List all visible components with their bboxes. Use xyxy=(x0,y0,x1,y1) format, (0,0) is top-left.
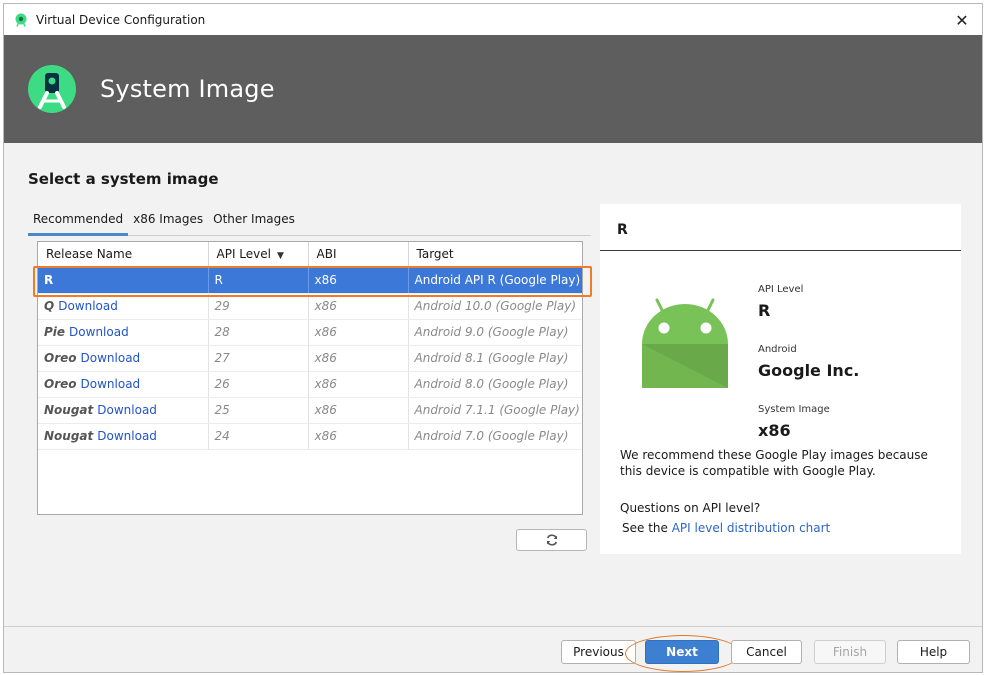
finish-button[interactable]: Finish xyxy=(814,640,886,664)
cancel-button[interactable]: Cancel xyxy=(731,640,802,664)
dialog-window: Virtual Device Configuration ✕ System Im… xyxy=(3,3,983,673)
release-name-cell: Oreo Download xyxy=(38,345,209,372)
help-button[interactable]: Help xyxy=(897,640,970,664)
table-row[interactable]: Oreo Download 27 x86 Android 8.1 (Google … xyxy=(38,345,582,372)
download-link[interactable]: Download xyxy=(81,377,141,391)
tab-bar: Recommended x86 Images Other Images xyxy=(28,209,591,236)
release-name: Nougat xyxy=(44,403,94,417)
android-vendor-value: Google Inc. xyxy=(758,361,860,380)
detail-divider xyxy=(600,250,961,251)
android-studio-logo-icon xyxy=(28,65,76,113)
api-distribution-link[interactable]: API level distribution chart xyxy=(672,521,831,535)
table-row[interactable]: Oreo Download 26 x86 Android 8.0 (Google … xyxy=(38,371,582,398)
refresh-icon xyxy=(546,534,557,546)
detail-title: R xyxy=(617,222,628,238)
previous-button[interactable]: Previous xyxy=(561,640,636,664)
api-level-cell: 24 xyxy=(208,423,309,450)
download-link[interactable]: Download xyxy=(58,299,118,313)
detail-panel: R API Level R Android Google Inc. System… xyxy=(600,204,961,554)
system-image-table: Release Name API Level ▼ ABI Target R R x… xyxy=(37,241,583,515)
android-robot-icon xyxy=(642,298,728,388)
column-header-abi[interactable]: ABI xyxy=(308,242,409,268)
release-name: Nougat xyxy=(44,429,94,443)
section-heading: Select a system image xyxy=(28,170,219,188)
recommendation-text: We recommend these Google Play images be… xyxy=(620,448,928,478)
table-row[interactable]: R R x86 Android API R (Google Play) xyxy=(38,267,582,294)
target-cell: Android API R (Google Play) xyxy=(408,267,582,294)
sort-desc-icon: ▼ xyxy=(276,251,284,262)
target-cell: Android 7.0 (Google Play) xyxy=(408,423,582,450)
system-image-value: x86 xyxy=(758,421,791,440)
release-name-cell: Q Download xyxy=(38,293,209,320)
download-link[interactable]: Download xyxy=(81,351,141,365)
tab-other-images[interactable]: Other Images xyxy=(208,209,300,236)
target-cell: Android 8.0 (Google Play) xyxy=(408,371,582,398)
table-row[interactable]: Nougat Download 25 x86 Android 7.1.1 (Goo… xyxy=(38,397,582,424)
download-link[interactable]: Download xyxy=(97,429,157,443)
download-link[interactable]: Download xyxy=(69,325,129,339)
column-header-target[interactable]: Target xyxy=(408,242,582,268)
table-row[interactable]: Pie Download 28 x86 Android 9.0 (Google P… xyxy=(38,319,582,346)
download-link[interactable]: Download xyxy=(97,403,157,417)
button-bar: Previous Next Cancel Finish Help xyxy=(4,626,982,672)
release-name: Q xyxy=(44,299,55,313)
api-level-value: R xyxy=(758,301,771,320)
close-icon[interactable]: ✕ xyxy=(952,10,972,30)
api-level-label: API Level xyxy=(758,284,804,295)
abi-cell: x86 xyxy=(308,345,409,372)
release-name-cell: Pie Download xyxy=(38,319,209,346)
table-row[interactable]: Nougat Download 24 x86 Android 7.0 (Googl… xyxy=(38,423,582,450)
api-level-cell: R xyxy=(208,267,309,294)
title-bar: Virtual Device Configuration ✕ xyxy=(4,4,982,35)
android-studio-icon xyxy=(15,13,27,27)
table-row[interactable]: Q Download 29 x86 Android 10.0 (Google Pl… xyxy=(38,293,582,320)
abi-cell: x86 xyxy=(308,423,409,450)
api-level-cell: 25 xyxy=(208,397,309,424)
target-cell: Android 9.0 (Google Play) xyxy=(408,319,582,346)
target-cell: Android 7.1.1 (Google Play) xyxy=(408,397,582,424)
android-label: Android xyxy=(758,344,797,355)
window-title: Virtual Device Configuration xyxy=(36,12,206,27)
abi-cell: x86 xyxy=(308,371,409,398)
target-cell: Android 10.0 (Google Play) xyxy=(408,293,582,320)
release-name: Pie xyxy=(44,325,66,339)
release-name-cell: Nougat Download xyxy=(38,423,209,450)
release-name: Oreo xyxy=(44,377,77,391)
abi-cell: x86 xyxy=(308,319,409,346)
release-name-cell: Oreo Download xyxy=(38,371,209,398)
column-header-api-level[interactable]: API Level ▼ xyxy=(208,242,309,268)
abi-cell: x86 xyxy=(308,267,409,294)
abi-cell: x86 xyxy=(308,293,409,320)
table-header-row: Release Name API Level ▼ ABI Target xyxy=(38,242,582,268)
page-title: System Image xyxy=(100,75,275,103)
target-cell: Android 8.1 (Google Play) xyxy=(408,345,582,372)
column-header-release-name[interactable]: Release Name xyxy=(38,242,209,268)
release-name-cell: Nougat Download xyxy=(38,397,209,424)
tab-x86-images[interactable]: x86 Images xyxy=(128,209,208,236)
release-name: Oreo xyxy=(44,351,77,365)
see-prefix: See the xyxy=(622,521,672,535)
tab-recommended[interactable]: Recommended xyxy=(28,209,129,236)
api-level-cell: 28 xyxy=(208,319,309,346)
api-level-cell: 26 xyxy=(208,371,309,398)
refresh-button[interactable] xyxy=(516,529,587,551)
api-level-cell: 27 xyxy=(208,345,309,372)
api-question-text: Questions on API level? xyxy=(620,501,761,515)
api-level-cell: 29 xyxy=(208,293,309,320)
release-name-cell: R xyxy=(38,267,209,294)
header-banner: System Image xyxy=(4,35,982,143)
next-button[interactable]: Next xyxy=(645,640,719,664)
release-name: R xyxy=(44,273,54,287)
see-chart-text: See the API level distribution chart xyxy=(622,521,830,535)
system-image-label: System Image xyxy=(758,404,830,415)
abi-cell: x86 xyxy=(308,397,409,424)
